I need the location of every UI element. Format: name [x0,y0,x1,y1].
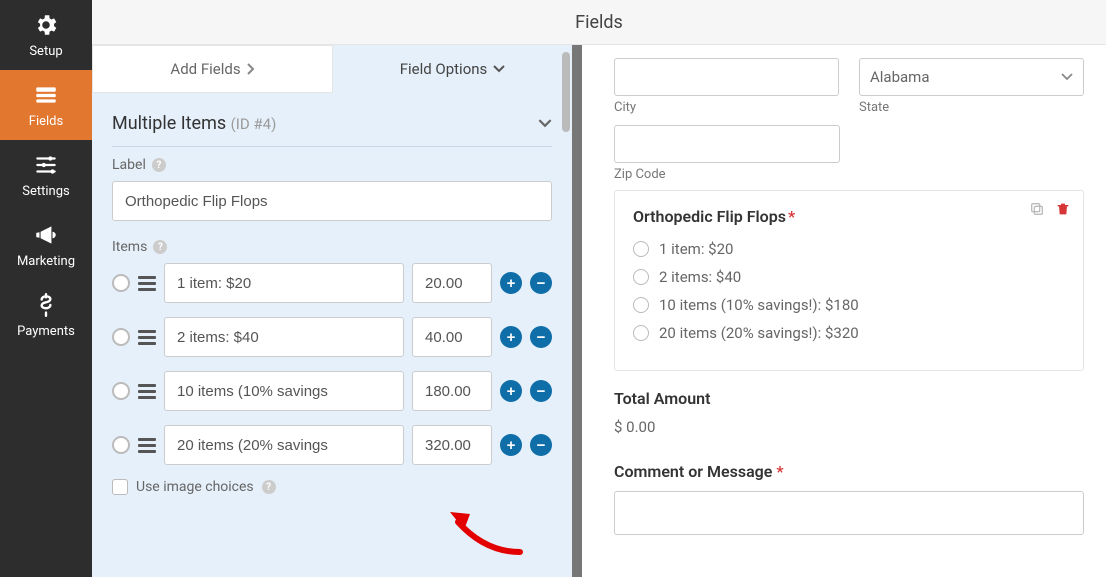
help-icon[interactable]: ? [153,240,167,254]
nav-label: Setup [29,44,62,59]
product-card[interactable]: Orthopedic Flip Flops * 1 item: $20 2 ite… [614,190,1084,371]
add-item-button[interactable]: + [500,434,522,456]
panel-title: Multiple Items (ID #4) [112,113,276,134]
drag-handle-icon[interactable] [138,276,156,291]
drag-handle-icon[interactable] [138,330,156,345]
sidebar: Setup Fields Settings Marketing Payments [0,0,92,577]
item-default-radio[interactable] [112,382,130,400]
use-image-label: Use image choices [136,479,254,495]
state-label: State [859,100,1084,115]
radio-icon [633,325,649,341]
page-title: Fields [92,0,1106,45]
total-label: Total Amount [614,389,1084,408]
item-default-radio[interactable] [112,274,130,292]
drag-handle-icon[interactable] [138,384,156,399]
scrollbar[interactable] [562,52,570,132]
option-label: 20 items (20% savings!): $320 [659,324,859,342]
required-star: * [788,207,795,226]
add-item-button[interactable]: + [500,272,522,294]
item-label-input[interactable] [164,371,404,411]
tab-label: Field Options [400,60,488,78]
sliders-icon [33,152,59,178]
nav-fields[interactable]: Fields [0,70,92,140]
add-item-button[interactable]: + [500,380,522,402]
zip-label: Zip Code [614,167,840,182]
drag-handle-icon[interactable] [138,438,156,453]
item-price-input[interactable] [412,371,492,411]
chevron-right-icon [247,63,255,75]
product-option[interactable]: 2 items: $40 [633,268,1065,286]
label-caption: Label [112,157,146,173]
remove-item-button[interactable]: − [530,434,552,456]
item-price-input[interactable] [412,263,492,303]
nav-label: Fields [29,114,63,129]
product-option[interactable]: 20 items (20% savings!): $320 [633,324,1065,342]
message-textarea[interactable] [614,491,1084,535]
items-caption: Items [112,239,147,255]
radio-icon [633,241,649,257]
item-price-input[interactable] [412,425,492,465]
bullhorn-icon [33,222,59,248]
product-option[interactable]: 10 items (10% savings!): $180 [633,296,1065,314]
option-label: 10 items (10% savings!): $180 [659,296,859,314]
remove-item-button[interactable]: − [530,380,552,402]
dollar-icon [33,292,59,318]
add-item-button[interactable]: + [500,326,522,348]
radio-icon [633,297,649,313]
nav-payments[interactable]: Payments [0,280,92,350]
preview-panel: City Alabama State Zip Code Ortho [582,0,1116,577]
nav-label: Marketing [17,254,75,269]
label-input[interactable] [112,181,552,221]
builder-panel: Fields Add Fields Field Options Multiple… [92,0,582,577]
nav-label: Payments [17,324,75,339]
trash-icon[interactable] [1055,201,1071,217]
help-icon[interactable]: ? [152,158,166,172]
item-label-input[interactable] [164,317,404,357]
required-star: * [776,462,783,481]
radio-icon [633,269,649,285]
help-icon[interactable]: ? [262,480,276,494]
message-label: Comment or Message [614,462,772,481]
nav-setup[interactable]: Setup [0,0,92,70]
option-label: 1 item: $20 [659,240,733,258]
panel-id: (ID #4) [231,115,277,133]
item-default-radio[interactable] [112,328,130,346]
card-title: Orthopedic Flip Flops [633,207,786,226]
remove-item-button[interactable]: − [530,326,552,348]
use-image-checkbox[interactable] [112,479,128,495]
nav-label: Settings [22,184,69,199]
city-input[interactable] [614,58,839,96]
item-row: +− [112,425,552,465]
tab-label: Add Fields [170,60,240,78]
zip-input[interactable] [614,125,840,163]
gear-icon [33,12,59,38]
total-value: $ 0.00 [614,418,1084,436]
item-row: +− [112,263,552,303]
nav-settings[interactable]: Settings [0,140,92,210]
tab-add-fields[interactable]: Add Fields [92,45,333,93]
copy-icon[interactable] [1029,201,1045,217]
chevron-down-icon [493,65,505,73]
item-price-input[interactable] [412,317,492,357]
tab-field-options[interactable]: Field Options [333,45,572,93]
chevron-down-icon [1061,73,1073,81]
fields-icon [33,82,59,108]
collapse-icon[interactable] [538,119,552,128]
item-label-input[interactable] [164,425,404,465]
item-label-input[interactable] [164,263,404,303]
item-row: +− [112,317,552,357]
city-label: City [614,100,839,115]
item-row: +− [112,371,552,411]
item-default-radio[interactable] [112,436,130,454]
state-value: Alabama [870,68,930,86]
product-option[interactable]: 1 item: $20 [633,240,1065,258]
option-label: 2 items: $40 [659,268,741,286]
remove-item-button[interactable]: − [530,272,552,294]
state-select[interactable]: Alabama [859,58,1084,96]
nav-marketing[interactable]: Marketing [0,210,92,280]
